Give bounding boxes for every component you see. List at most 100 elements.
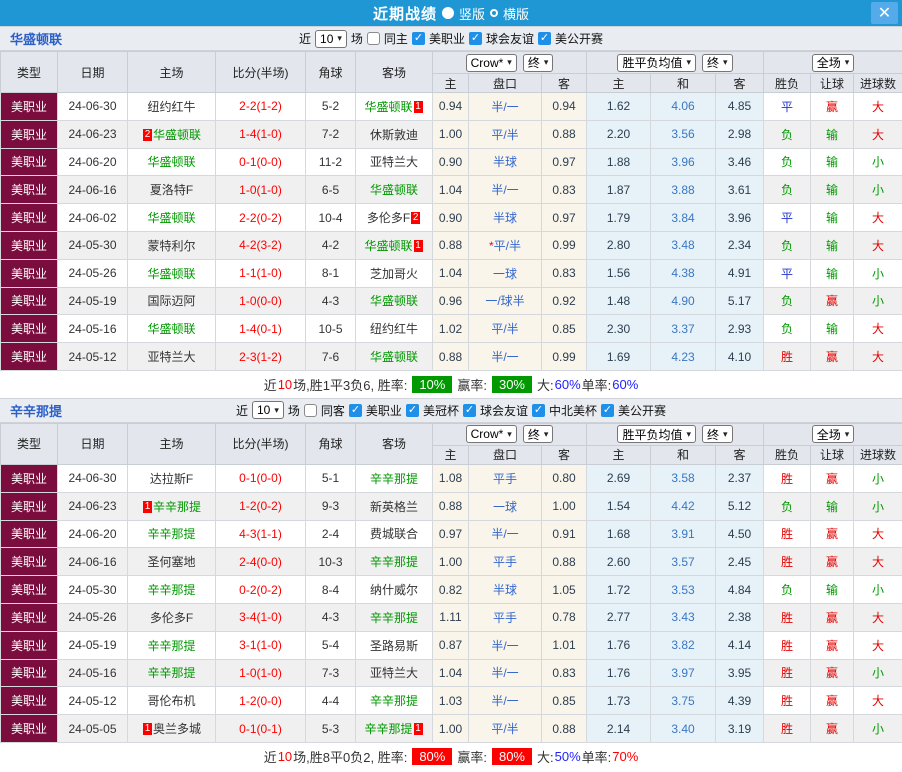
- home-team-cell: 辛辛那提: [127, 575, 216, 604]
- match-count-select[interactable]: 10 ▾: [315, 29, 347, 48]
- avg-draw-cell: 3.96: [650, 147, 717, 177]
- team-name: 辛辛那提: [369, 555, 418, 570]
- away-odds-cell: 0.88: [540, 714, 588, 743]
- chevron-down-icon: ▾: [723, 57, 728, 67]
- goals-cell: 大: [853, 630, 902, 660]
- subcol-header-avg_home: 主: [586, 73, 652, 93]
- same-venue-checkbox[interactable]: [303, 403, 317, 417]
- home-team-cell: 国际迈阿: [127, 286, 216, 316]
- home-team-cell: 达拉斯F: [127, 463, 216, 493]
- final-odds-select[interactable]: 终 ▾: [522, 425, 554, 444]
- odds-group-header: Crow* ▾ 终 ▾: [431, 422, 588, 446]
- score-text: 3-4(1-0): [239, 610, 282, 625]
- league-label[interactable]: 美公开赛: [618, 402, 666, 419]
- home-odds-cell: 1.04: [432, 258, 469, 288]
- handicap-cell: 半/一: [468, 658, 542, 688]
- score-cell: 2-3(1-2): [215, 342, 306, 371]
- corner-cell: 5-1: [305, 463, 356, 493]
- handicap-result-cell: 输: [810, 175, 855, 205]
- same-venue-label[interactable]: 同客: [321, 402, 345, 419]
- score-cell: 3-1(1-0): [215, 630, 306, 660]
- home-team: 夏洛特F: [150, 183, 193, 197]
- league-checkbox[interactable]: ✓: [348, 403, 362, 417]
- home-odds-cell: 0.88: [432, 491, 469, 521]
- close-icon[interactable]: ✕: [871, 2, 898, 24]
- result-cell: 胜: [763, 658, 812, 688]
- avg-select[interactable]: 胜平负均值 ▾: [617, 425, 697, 444]
- scope-select-value: 全场: [816, 56, 841, 70]
- league-label[interactable]: 美职业: [429, 30, 465, 47]
- avg-away-cell: 2.93: [715, 314, 765, 344]
- home-team: 1 奥兰多城: [142, 722, 201, 736]
- handicap-text: 半/一: [491, 99, 519, 114]
- horizontal-layout-radio[interactable]: [490, 9, 498, 17]
- team-name: 芝加哥火: [369, 266, 418, 281]
- handicap-result-cell: 赢: [810, 630, 855, 660]
- avg-draw-cell: 3.97: [650, 658, 717, 688]
- match-count-select[interactable]: 10 ▾: [252, 401, 284, 420]
- away-odds-cell: 1.01: [540, 630, 588, 660]
- league-checkbox[interactable]: ✓: [600, 403, 614, 417]
- summary-text: 70%: [612, 748, 639, 764]
- scope-select[interactable]: 全场 ▾: [811, 425, 855, 444]
- final-avg-select[interactable]: 终 ▾: [702, 425, 733, 444]
- handicap-cell: 半球: [468, 147, 542, 177]
- score-text: 2-4(0-0): [239, 554, 282, 569]
- avg-draw-cell: 3.75: [650, 686, 717, 716]
- league-checkbox[interactable]: ✓: [537, 32, 551, 45]
- final-avg-select[interactable]: 终 ▾: [702, 53, 733, 72]
- date-cell: 24-05-16: [57, 658, 128, 688]
- vertical-layout-label[interactable]: 竖版: [459, 4, 485, 23]
- home-odds-cell: 1.00: [432, 714, 469, 743]
- date-cell: 24-05-12: [57, 686, 128, 716]
- away-team: 芝加哥火: [370, 267, 418, 281]
- final-odds-select-value: 终: [527, 56, 540, 70]
- team-name: 辛辛那提: [364, 722, 413, 737]
- goals-cell: 大: [853, 92, 902, 121]
- bookmaker-select[interactable]: Crow* ▾: [465, 53, 517, 72]
- league-label[interactable]: 球会友谊: [480, 402, 528, 419]
- league-checkbox[interactable]: ✓: [405, 403, 419, 417]
- handicap-cell: 半/一: [468, 686, 542, 716]
- league-label[interactable]: 美冠杯: [423, 402, 459, 419]
- league-label[interactable]: 美公开赛: [555, 30, 603, 47]
- summary-text: 60%: [554, 376, 581, 392]
- goals-cell: 大: [853, 519, 902, 549]
- corner-cell: 6-5: [305, 175, 356, 205]
- league-checkbox[interactable]: ✓: [411, 32, 425, 45]
- bookmaker-select[interactable]: Crow* ▾: [465, 425, 517, 444]
- section-header: 华盛顿联近 10 ▾ 场同主 ✓ 美职业 ✓ 球会友谊 ✓ 美公开赛: [0, 26, 902, 51]
- same-venue-label[interactable]: 同主: [384, 30, 408, 47]
- match-row: 美职业 24-05-30 蒙特利尔 4-2(3-2) 4-2 华盛顿联 1 0.88 *平/半 0…: [0, 230, 902, 260]
- horizontal-layout-label[interactable]: 横版: [503, 4, 529, 23]
- avg-select[interactable]: 胜平负均值 ▾: [617, 53, 697, 72]
- team-name: 圣何塞地: [147, 555, 196, 570]
- home-team: 辛辛那提: [147, 666, 195, 680]
- final-odds-select[interactable]: 终 ▾: [522, 53, 554, 72]
- avg-away-cell: 4.10: [715, 342, 765, 371]
- home-team: 辛辛那提: [147, 527, 195, 541]
- away-odds-cell: 0.78: [540, 602, 588, 632]
- handicap-result-cell: 赢: [810, 286, 855, 316]
- goals-cell: 小: [853, 286, 902, 316]
- goals-cell: 大: [853, 686, 902, 716]
- league-label[interactable]: 中北美杯: [549, 402, 597, 419]
- score-text: 1-2(0-2): [239, 499, 282, 514]
- avg-draw-cell: 4.90: [650, 286, 717, 316]
- home-odds-cell: 1.00: [432, 547, 469, 577]
- league-label[interactable]: 球会友谊: [486, 30, 534, 47]
- league-checkbox[interactable]: ✓: [462, 403, 476, 417]
- away-odds-cell: 0.88: [540, 119, 588, 149]
- same-venue-checkbox[interactable]: [366, 32, 380, 45]
- goals-cell: 大: [853, 342, 902, 371]
- subcol-header-handicap: 盘口: [468, 444, 542, 465]
- scope-select[interactable]: 全场 ▾: [811, 53, 855, 72]
- date-cell: 24-06-16: [57, 547, 128, 577]
- result-cell: 胜: [763, 686, 812, 716]
- league-label[interactable]: 美职业: [366, 402, 402, 419]
- league-checkbox[interactable]: ✓: [531, 403, 545, 417]
- vertical-layout-radio[interactable]: [441, 7, 454, 19]
- league-checkbox[interactable]: ✓: [468, 32, 482, 45]
- scope-group-header: 全场 ▾: [763, 51, 902, 74]
- match-row: 美职业 24-06-30 纽约红牛 2-2(1-2) 5-2 华盛顿联 1 0.94 半/一 0.…: [0, 92, 902, 121]
